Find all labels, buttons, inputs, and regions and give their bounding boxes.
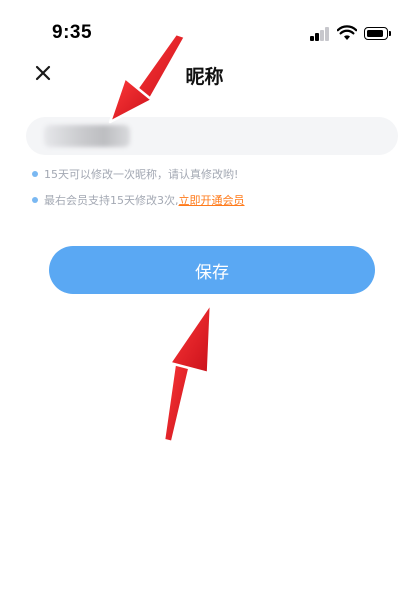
open-vip-link[interactable]: 立即开通会员: [179, 194, 245, 207]
signal-icon: [310, 27, 330, 41]
tip-bullet: [32, 171, 38, 177]
nickname-value-blurred: [44, 125, 130, 147]
nickname-input[interactable]: [26, 117, 398, 155]
page-title: 昵称: [185, 66, 224, 88]
tip-modify-limit: 15天可以修改一次昵称，请认真修改哟!: [32, 166, 238, 182]
status-bar: 9:35: [0, 0, 409, 60]
save-button[interactable]: 保存: [49, 246, 375, 294]
battery-cap: [389, 31, 391, 36]
tip-bullet: [32, 197, 38, 203]
tip-text-2: 最右会员支持15天修改3次,: [44, 194, 179, 207]
status-time: 9:35: [52, 22, 93, 43]
nickname-edit-screen: 9:35 昵称 15天可以修改一次昵称，请认真修改哟! 最右会员支持15天修改3…: [0, 0, 409, 601]
red-arrow-icon: [162, 301, 213, 444]
battery-icon: [364, 27, 388, 40]
wifi-icon: [337, 25, 357, 40]
tip-vip-benefit: 最右会员支持15天修改3次,立即开通会员: [32, 192, 245, 208]
annotation-arrows: [108, 32, 213, 444]
tip-text-1: 15天可以修改一次昵称，请认真修改哟!: [44, 168, 239, 181]
